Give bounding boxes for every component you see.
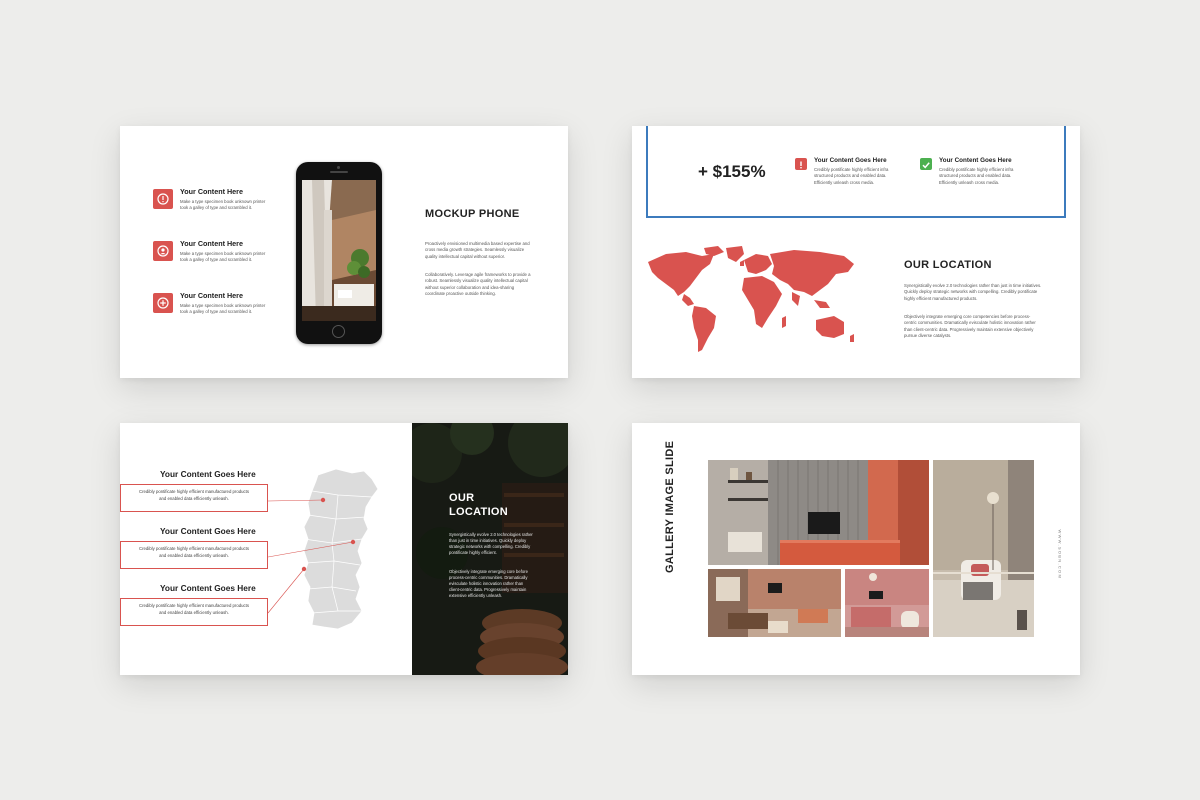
check-icon [920, 158, 932, 170]
gallery-photo-pink-room [845, 569, 929, 637]
item-title: Your Content Here [180, 239, 243, 248]
callout-text: Credibly pontificate highly efficient ma… [138, 603, 250, 615]
gallery-photo-living-room [708, 460, 929, 565]
callout-box: Credibly pontificate highly efficient ma… [120, 541, 268, 569]
phone-home-button [332, 325, 345, 338]
callout-box: Credibly pontificate highly efficient ma… [120, 598, 268, 626]
phone-speaker [330, 171, 348, 173]
paragraph: Synergistically evolve 2.0 technologies … [449, 532, 533, 556]
phone-mockup [296, 162, 382, 344]
exclamation-icon [153, 189, 173, 209]
slide-heading: OUR LOCATION [904, 259, 992, 271]
item-text: Make a type specimen book unknown printe… [180, 199, 266, 211]
paragraph: Synergistically evolve 2.0 technologies … [904, 283, 1042, 301]
slide-mockup-phone[interactable]: Your Content Here Make a type specimen b… [120, 126, 568, 378]
slide-gallery[interactable]: GALLERY IMAGE SLIDE WWW.SOBN.COM [632, 423, 1080, 675]
phone-camera [337, 166, 340, 169]
paragraph: Objectively integrate emerging core befo… [449, 569, 528, 599]
item-text: Credibly pontificate highly efficient in… [814, 167, 889, 185]
slide-heading: GALLERY IMAGE SLIDE [664, 440, 676, 573]
item-text: Make a type specimen book unknown printe… [180, 251, 266, 263]
alert-icon [795, 158, 807, 170]
gallery-photo-armchair [933, 460, 1034, 637]
plus-icon [153, 293, 173, 313]
item-title: Your Content Here [180, 187, 243, 196]
item-title: Your Content Goes Here [160, 583, 256, 593]
gallery-photo-lounge [708, 569, 841, 637]
item-title: Your Content Here [180, 291, 243, 300]
callout-box: Credibly pontificate highly efficient ma… [120, 484, 268, 512]
location-photo-panel: OUR LOCATION Synergistically evolve 2.0 t… [412, 423, 568, 675]
callout-text: Credibly pontificate highly efficient ma… [138, 489, 250, 501]
website-url: WWW.SOBN.COM [1057, 529, 1063, 580]
slide-our-location-world[interactable]: + $155% Your Content Goes Here Credibly … [632, 126, 1080, 378]
stat-value: + $155% [698, 162, 766, 181]
slide-heading: MOCKUP PHONE [425, 208, 520, 220]
item-text: Make a type specimen book unknown printe… [180, 303, 266, 315]
item-title: Your Content Goes Here [939, 157, 1012, 164]
item-title: Your Content Goes Here [160, 469, 256, 479]
paragraph: Proactively envisioned multimedia based … [425, 241, 530, 259]
item-title: Your Content Goes Here [160, 526, 256, 536]
user-icon [153, 241, 173, 261]
phone-screen-image [302, 180, 376, 321]
slide-heading: OUR LOCATION [449, 492, 509, 518]
world-map [648, 246, 854, 352]
slide-our-location-map[interactable]: Your Content Goes Here Credibly pontific… [120, 423, 568, 675]
paragraph: Collaboratively. Leverage agile framewor… [425, 272, 531, 296]
item-title: Your Content Goes Here [814, 157, 887, 164]
item-text: Credibly pontificate highly efficient in… [939, 167, 1014, 185]
paragraph: Objectively integrate emerging core comp… [904, 314, 1036, 338]
portugal-map [268, 468, 379, 630]
callout-text: Credibly pontificate highly efficient ma… [138, 546, 250, 558]
